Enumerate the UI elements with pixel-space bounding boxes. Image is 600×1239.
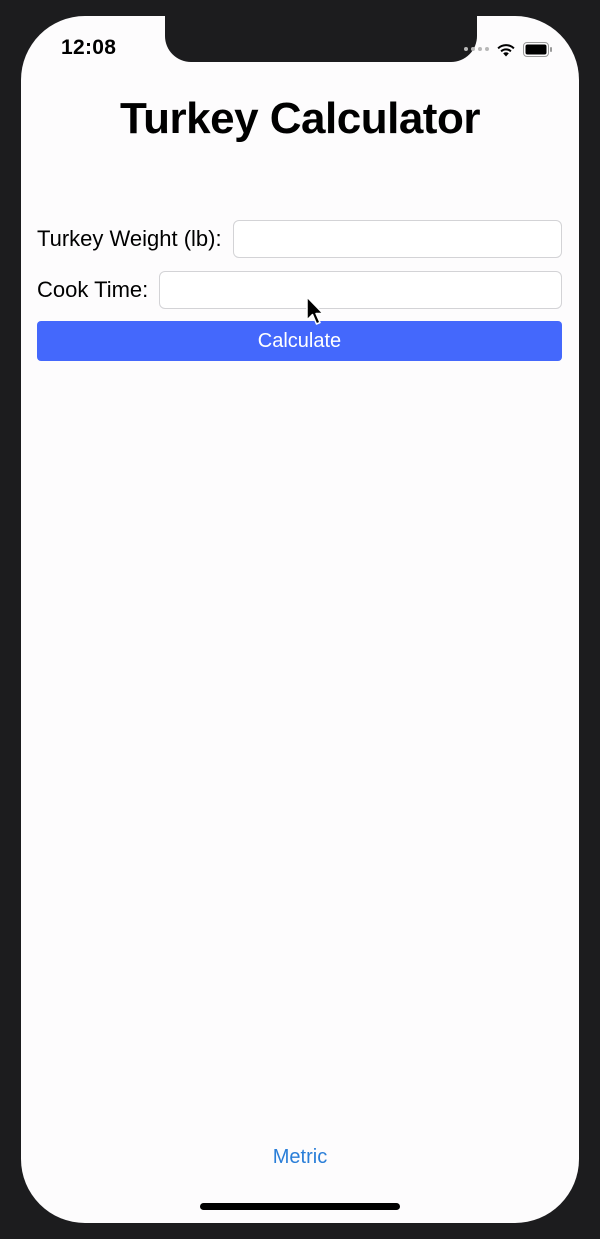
weight-input[interactable] bbox=[232, 220, 562, 258]
page-title: Turkey Calculator bbox=[120, 94, 480, 143]
device-frame: 12:08 Turkey Calculator Turkey Weight (l… bbox=[0, 0, 600, 1239]
battery-icon bbox=[523, 41, 552, 57]
device-notch bbox=[165, 16, 477, 62]
metric-link[interactable]: Metric bbox=[21, 1146, 579, 1169]
calculate-button[interactable]: Calculate bbox=[37, 321, 562, 361]
weight-row: Turkey Weight (lb): bbox=[37, 219, 562, 259]
cook-time-row: Cook Time: bbox=[37, 270, 562, 310]
cook-time-input[interactable] bbox=[159, 271, 562, 309]
mouse-cursor-icon bbox=[306, 296, 324, 325]
home-indicator[interactable] bbox=[200, 1203, 400, 1210]
app-screen: 12:08 Turkey Calculator Turkey Weight (l… bbox=[21, 16, 579, 1223]
cook-time-label: Cook Time: bbox=[37, 277, 149, 302]
status-time: 12:08 bbox=[61, 36, 117, 59]
signal-dots-icon bbox=[464, 47, 489, 51]
weight-label: Turkey Weight (lb): bbox=[37, 226, 222, 251]
status-icons bbox=[464, 40, 553, 58]
wifi-icon bbox=[497, 43, 515, 56]
